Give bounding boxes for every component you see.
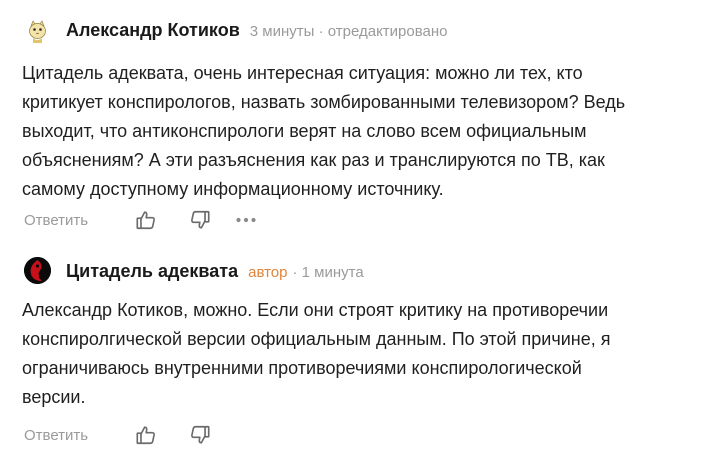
reply-button[interactable]: Ответить bbox=[24, 427, 88, 444]
comment-header: Цитадель адеквата автор · 1 минута bbox=[66, 261, 364, 285]
comment-text-line: самому доступному информационному источн… bbox=[22, 179, 444, 199]
thumbs-down-icon bbox=[191, 425, 210, 444]
cat-avatar-icon bbox=[24, 17, 51, 44]
comment-text-line: Александр Котиков, можно. Если они строя… bbox=[22, 300, 609, 320]
comment-actions: Ответить bbox=[24, 207, 259, 233]
author-badge: автор bbox=[248, 264, 288, 281]
author-name[interactable]: Цитадель адеквата bbox=[66, 261, 238, 282]
comment-header: Александр Котиков 3 минуты · отредактиро… bbox=[66, 20, 448, 44]
author-name[interactable]: Александр Котиков bbox=[66, 20, 240, 41]
dislike-button[interactable] bbox=[187, 207, 213, 233]
like-button[interactable] bbox=[133, 207, 159, 233]
author-avatar[interactable] bbox=[24, 257, 51, 284]
thumbs-up-icon bbox=[136, 426, 156, 445]
comment-text-line: конспиролгической версии официальным дан… bbox=[22, 329, 611, 349]
more-dots-icon bbox=[236, 217, 256, 223]
like-button[interactable] bbox=[133, 422, 159, 448]
dislike-button[interactable] bbox=[187, 422, 213, 448]
red-black-avatar-icon bbox=[24, 257, 51, 284]
comment-text: Александр Котиков, можно. Если они строя… bbox=[22, 296, 692, 412]
reply-button[interactable]: Ответить bbox=[24, 212, 88, 229]
comment-text-line: версии. bbox=[22, 387, 86, 407]
comment-text-line: Цитадель адеквата, очень интересная ситу… bbox=[22, 63, 583, 83]
thumbs-down-icon bbox=[191, 210, 210, 229]
author-avatar[interactable] bbox=[24, 17, 51, 44]
thumbs-up-icon bbox=[136, 211, 156, 230]
more-button[interactable] bbox=[233, 207, 259, 233]
comment-text-line: критикует конспирологов, назвать зомбиро… bbox=[22, 92, 626, 112]
comment-text-line: объяснениям? А эти разъяснения как раз и… bbox=[22, 150, 605, 170]
comment-text: Цитадель адеквата, очень интересная ситу… bbox=[22, 59, 692, 204]
comment-text-line: выходит, что антиконспирологи верят на с… bbox=[22, 121, 587, 141]
comment-actions: Ответить bbox=[24, 422, 213, 448]
comment-meta: 3 минуты · отредактировано bbox=[249, 23, 448, 40]
comment-text-line: ограничиваюсь внутренними противоречиями… bbox=[22, 358, 582, 378]
comment-meta: · 1 минута bbox=[292, 264, 364, 281]
